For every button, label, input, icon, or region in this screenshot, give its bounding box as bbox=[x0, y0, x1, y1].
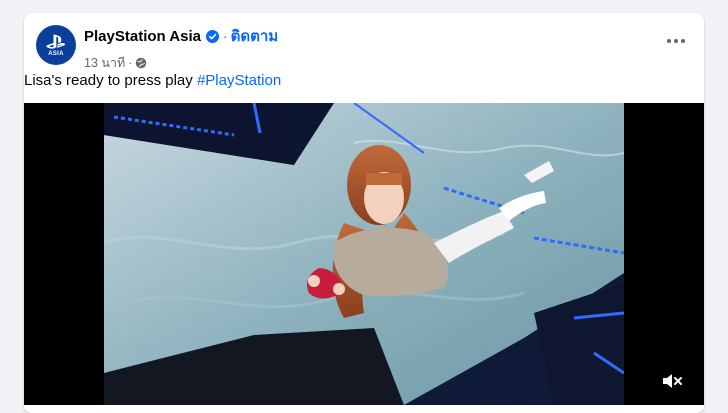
page-avatar[interactable]: ASIA bbox=[36, 25, 76, 65]
avatar-text: ASIA bbox=[48, 50, 64, 57]
post-caption: Lisa's ready to press play #PlayStation bbox=[24, 72, 281, 89]
post-card: ASIA PlayStation Asia · ติดตาม 13 นาที · bbox=[24, 13, 704, 413]
globe-icon[interactable] bbox=[135, 57, 147, 69]
video-player[interactable] bbox=[24, 103, 704, 405]
post-header: PlayStation Asia · ติดตาม 13 นาที · bbox=[84, 24, 278, 73]
follow-button[interactable]: ติดตาม bbox=[231, 24, 279, 48]
video-frame[interactable] bbox=[104, 103, 624, 405]
reactions-bar bbox=[24, 405, 704, 413]
more-dot-3 bbox=[681, 39, 685, 43]
speaker-muted-icon[interactable] bbox=[660, 369, 684, 393]
more-dot-1 bbox=[667, 39, 671, 43]
hashtag-link[interactable]: #PlayStation bbox=[197, 72, 281, 89]
meta-separator: · bbox=[128, 56, 133, 70]
separator-dot: · bbox=[222, 28, 228, 44]
page-name[interactable]: PlayStation Asia bbox=[84, 28, 201, 45]
post-meta: 13 นาที · bbox=[84, 53, 278, 73]
name-row: PlayStation Asia · ติดตาม bbox=[84, 24, 278, 48]
post-time[interactable]: 13 นาที bbox=[84, 53, 125, 73]
caption-text: Lisa's ready to press play bbox=[24, 72, 197, 89]
more-dot-2 bbox=[674, 39, 678, 43]
video-image bbox=[104, 103, 624, 405]
more-options-button[interactable] bbox=[662, 31, 690, 51]
playstation-logo-icon bbox=[46, 34, 66, 49]
verified-badge-icon bbox=[205, 29, 219, 43]
